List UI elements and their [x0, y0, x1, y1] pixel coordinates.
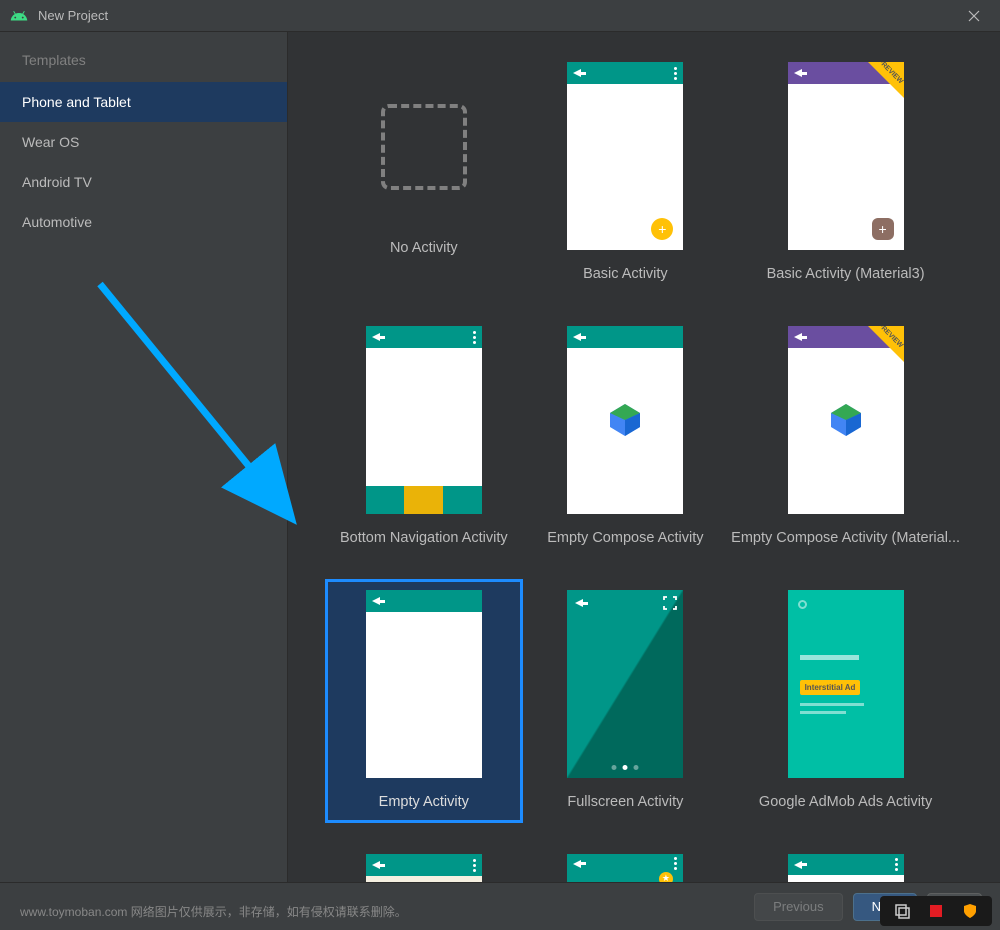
window-title: New Project	[38, 8, 108, 23]
template-google-admob-ads-activity[interactable]: Interstitial Ad Google AdMob Ads Activit…	[731, 582, 960, 820]
form-preview	[788, 854, 904, 882]
template-empty-compose-activity-material3[interactable]: PREVIEW Empty Compose Activity (Material…	[731, 318, 960, 556]
tray-amd-icon[interactable]	[922, 900, 950, 922]
compose-preview	[567, 326, 683, 514]
sidebar: Templates Phone and Tablet Wear OS Andro…	[0, 32, 288, 882]
template-partial-list[interactable]	[530, 846, 722, 882]
sidebar-item-automotive[interactable]: Automotive	[0, 202, 287, 242]
tray-windows-icon[interactable]	[888, 900, 916, 922]
basic-activity-preview: +	[567, 62, 683, 250]
back-arrow-icon	[573, 860, 581, 868]
compose-logo-icon	[605, 400, 645, 440]
back-arrow-icon	[372, 597, 380, 605]
back-arrow-icon	[794, 861, 802, 869]
template-google-maps-activity[interactable]	[328, 846, 520, 882]
templates-area: No Activity + Basic Activity PREVIEW + B…	[288, 32, 1000, 882]
menu-dots-icon	[674, 72, 677, 75]
menu-dots-icon	[473, 864, 476, 867]
sidebar-item-android-tv[interactable]: Android TV	[0, 162, 287, 202]
tray-shield-icon[interactable]	[956, 900, 984, 922]
sidebar-item-wear-os[interactable]: Wear OS	[0, 122, 287, 162]
empty-activity-preview	[366, 590, 482, 778]
admob-preview: Interstitial Ad	[788, 590, 904, 778]
star-circle-icon	[659, 872, 673, 882]
fullscreen-icon	[663, 596, 677, 610]
android-logo-icon	[10, 7, 28, 25]
system-tray	[880, 896, 992, 926]
close-button[interactable]	[958, 5, 990, 27]
menu-dots-icon	[473, 336, 476, 339]
sidebar-item-phone-and-tablet[interactable]: Phone and Tablet	[0, 82, 287, 122]
template-basic-activity-material3[interactable]: PREVIEW + Basic Activity (Material3)	[731, 54, 960, 292]
template-empty-activity[interactable]: Empty Activity	[328, 582, 520, 820]
maps-preview	[366, 854, 482, 882]
template-fullscreen-activity[interactable]: Fullscreen Activity	[530, 582, 722, 820]
template-basic-activity[interactable]: + Basic Activity	[530, 54, 722, 292]
basic-activity-m3-preview: PREVIEW +	[788, 62, 904, 250]
back-arrow-icon	[794, 333, 802, 341]
bottom-nav-preview	[366, 326, 482, 514]
titlebar: New Project	[0, 0, 1000, 32]
watermark-text: www.toymoban.com 网络图片仅供展示，非存储，如有侵权请联系删除。	[20, 903, 407, 920]
menu-dots-icon	[895, 863, 898, 866]
template-no-activity[interactable]: No Activity	[328, 54, 520, 292]
compose-logo-icon	[826, 400, 866, 440]
fab-plus-icon: +	[651, 218, 673, 240]
back-arrow-icon	[573, 69, 581, 77]
menu-dots-icon	[674, 862, 677, 865]
back-arrow-icon	[794, 69, 802, 77]
template-bottom-navigation-activity[interactable]: Bottom Navigation Activity	[328, 318, 520, 556]
template-empty-compose-activity[interactable]: Empty Compose Activity	[530, 318, 722, 556]
back-arrow-icon	[575, 599, 583, 607]
previous-button: Previous	[754, 893, 843, 921]
back-arrow-icon	[372, 333, 380, 341]
fullscreen-preview	[567, 590, 683, 778]
no-activity-preview-icon	[381, 104, 467, 190]
list-preview	[567, 854, 683, 882]
template-partial-form[interactable]	[731, 846, 960, 882]
sidebar-heading: Templates	[0, 32, 287, 82]
back-arrow-icon	[372, 861, 380, 869]
fab-plus-icon: +	[872, 218, 894, 240]
compose-m3-preview: PREVIEW	[788, 326, 904, 514]
back-arrow-icon	[573, 333, 581, 341]
